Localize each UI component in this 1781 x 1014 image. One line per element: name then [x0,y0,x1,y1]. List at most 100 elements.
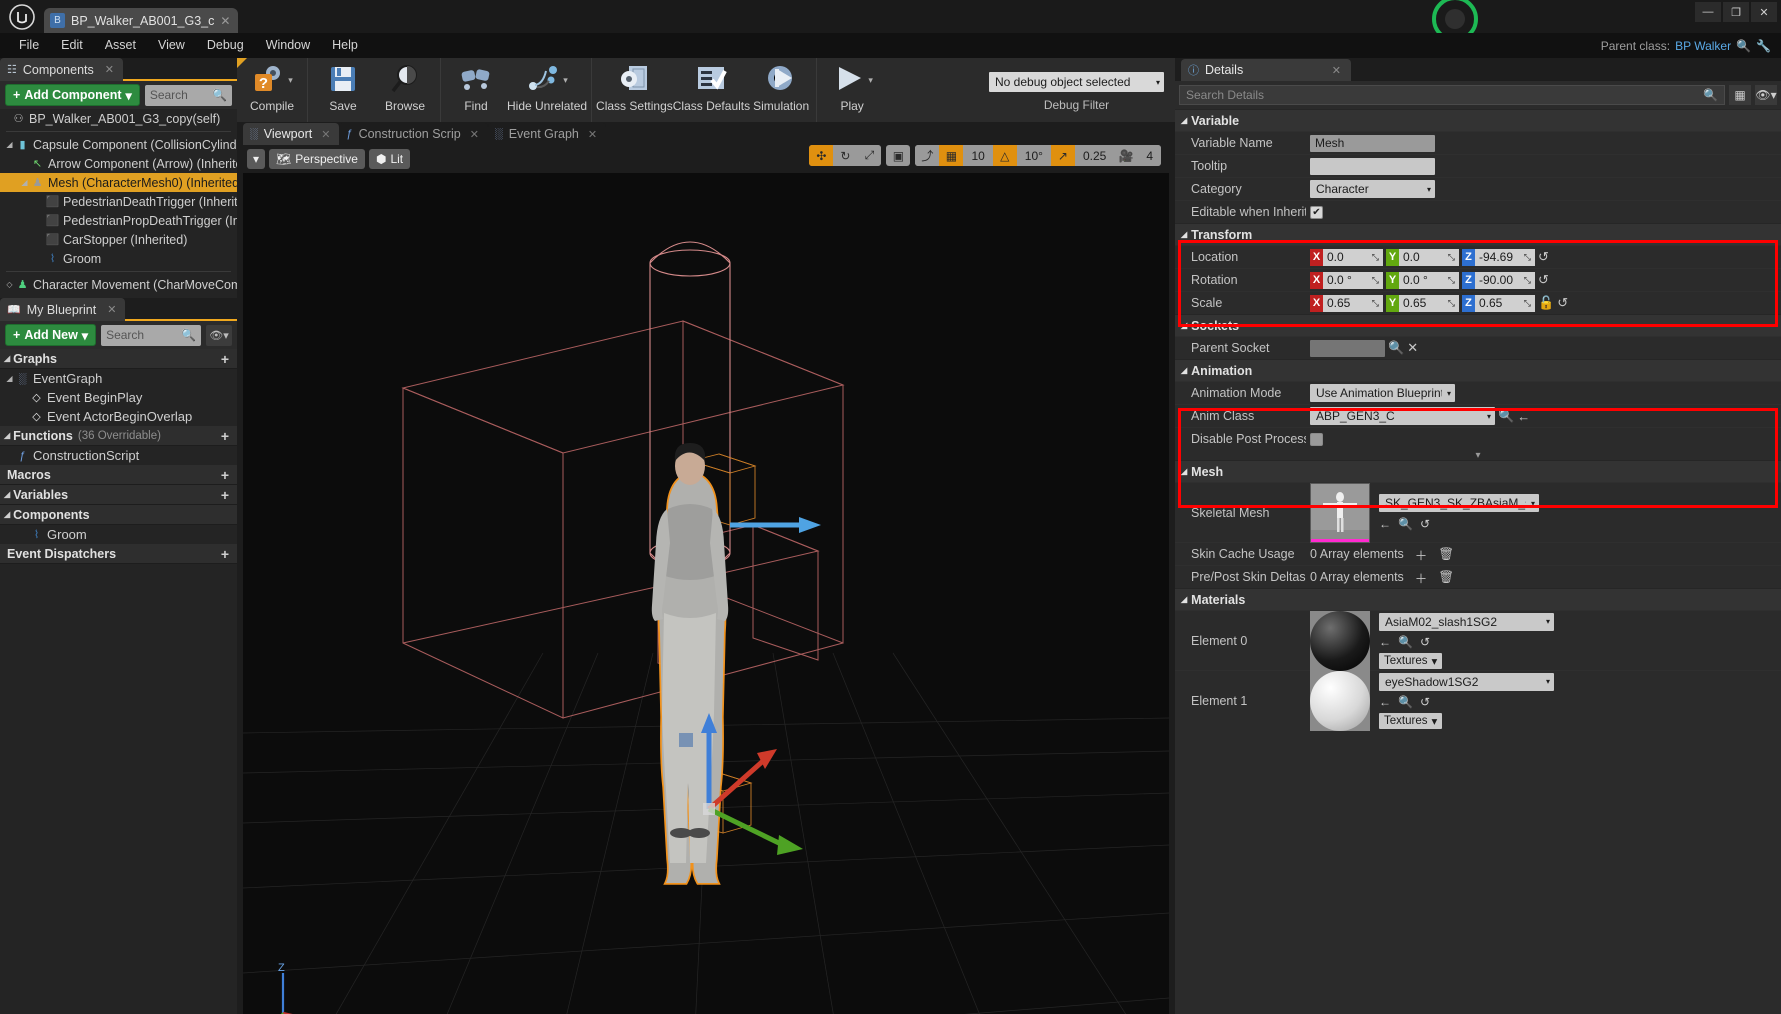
component-tree-item[interactable]: ⬛CarStopper (Inherited) [0,230,237,249]
use-selected-icon[interactable]: ← [1379,635,1391,649]
disable-post-process-b-checkbox[interactable] [1310,433,1323,446]
maximize-button[interactable]: ❐ [1723,2,1749,22]
browse-button[interactable]: Browse [374,58,436,113]
axis-z-value[interactable]: -90.00⤡ [1475,272,1535,289]
axis-x-input[interactable]: X0.0⤡ [1310,249,1383,266]
viewport-tab-construction-scrip[interactable]: ƒConstruction Scrip✕ [339,123,487,145]
material-thumbnail[interactable] [1310,611,1370,671]
details-columns-button[interactable]: ▦ [1729,85,1751,105]
component-tree-item[interactable]: ⬛PedestrianDeathTrigger (Inherite [0,192,237,211]
spinner-icon[interactable]: ⤡ [1372,252,1379,263]
details-category-header[interactable]: ◢Transform [1175,223,1781,245]
tree-twisty[interactable]: ◢ [19,178,30,187]
reset-icon[interactable]: ↺ [1538,272,1549,288]
anim-class-select[interactable]: ABP_GEN3_C▾ [1310,407,1495,425]
axis-z-input[interactable]: Z-90.00⤡ [1462,272,1535,289]
visibility-filter-button[interactable]: 👁▾ [206,325,232,346]
minimize-button[interactable]: — [1695,2,1721,22]
chevron-down-icon[interactable]: ▾ [563,75,568,86]
spinner-icon[interactable]: ⤡ [1524,252,1531,263]
disclosure-triangle-icon[interactable]: ◢ [4,510,10,519]
myblueprint-section-header[interactable]: ◢Components [0,505,237,525]
surface-snap[interactable]: ⤴ [915,145,939,166]
details-category-header[interactable]: ◢Variable [1175,109,1781,131]
disclosure-triangle-icon[interactable]: ◢ [1181,467,1187,476]
tooltip-field[interactable] [1310,158,1435,175]
reset-icon[interactable]: ↺ [1420,695,1430,709]
axis-y-value[interactable]: 0.0 °⤡ [1399,272,1459,289]
spinner-icon[interactable]: ⤡ [1372,298,1379,309]
textures-button[interactable]: Textures▾ [1379,713,1442,729]
parent-class-value[interactable]: BP Walker [1675,39,1731,53]
component-tree-item[interactable]: ↖Arrow Component (Arrow) (Inherite [0,154,237,173]
grid-snap[interactable]: ▦ [939,145,963,166]
translate-tool[interactable]: ✣ [809,145,833,166]
details-category-header[interactable]: ◢Sockets [1175,314,1781,336]
scale-snap[interactable]: ↗ [1051,145,1075,166]
axis-x-value[interactable]: 0.0⤡ [1323,249,1383,266]
close-icon[interactable]: ✕ [105,63,114,76]
hide-unrelated-button[interactable]: ▾Hide Unrelated [507,58,587,113]
browse-icon[interactable]: 🔍 [1398,517,1413,531]
add-new-button[interactable]: + Add New ▾ [5,324,96,346]
component-tree-item[interactable]: ◢▮Capsule Component (CollisionCylinde [0,135,237,154]
components-search-input[interactable]: Search 🔍 [145,85,232,106]
class-settings-button[interactable]: Class Settings [596,58,673,113]
component-tree-item[interactable]: ⬛PedestrianPropDeathTrigger (Inh [0,211,237,230]
details-search-input[interactable]: Search Details 🔍 [1179,85,1725,105]
debug-object-select[interactable]: No debug object selected ▾ [989,72,1164,92]
disclosure-triangle-icon[interactable]: ◢ [4,354,10,363]
use-selected-icon[interactable]: ← [1517,409,1530,424]
disclosure-triangle-icon[interactable]: ◢ [1181,321,1187,330]
document-tab[interactable]: B BP_Walker_AB001_G3_c ✕ [44,8,238,33]
viewport-tab-event-graph[interactable]: ░Event Graph✕ [488,123,606,145]
axis-z-input[interactable]: Z0.65⤡ [1462,295,1535,312]
axis-x-value[interactable]: 0.65⤡ [1323,295,1383,312]
menu-item-edit[interactable]: Edit [50,33,94,58]
close-icon[interactable]: ✕ [220,14,230,28]
parent-socket-field[interactable] [1310,340,1385,357]
camera-mode-button[interactable]: 🗺 Perspective [269,149,365,169]
wrench-icon[interactable]: 🔧 [1756,39,1771,53]
details-category-header[interactable]: ◢Mesh [1175,460,1781,482]
viewport-options-button[interactable]: ▾ [247,149,265,169]
disclosure-triangle-icon[interactable]: ◢ [1181,366,1187,375]
textures-button[interactable]: Textures▾ [1379,653,1442,669]
menu-item-window[interactable]: Window [255,33,321,58]
animation-mode-select[interactable]: Use Animation Blueprint▾ [1310,384,1455,402]
material-select[interactable]: AsiaM02_slash1SG2▾ [1379,613,1554,631]
menu-item-debug[interactable]: Debug [196,33,255,58]
add-component-button[interactable]: + Add Component ▾ [5,84,140,106]
view-mode-button[interactable]: ⬢ Lit [369,149,410,169]
axis-y-input[interactable]: Y0.0 °⤡ [1386,272,1459,289]
tree-twisty[interactable]: ◢ [4,374,15,383]
play-button[interactable]: ▾Play [821,58,883,113]
browse-icon[interactable]: 🔍 [1498,408,1514,424]
rotate-tool[interactable]: ↻ [833,145,857,166]
reset-icon[interactable]: ↺ [1420,635,1430,649]
material-thumbnail[interactable] [1310,671,1370,731]
add-icon[interactable]: + [221,428,229,444]
chevron-down-icon[interactable]: ▾ [288,75,293,86]
close-icon[interactable]: ✕ [321,128,330,141]
axis-x-input[interactable]: X0.0 °⤡ [1310,272,1383,289]
scale-snap-value[interactable]: 0.25 [1075,145,1114,166]
component-tree-item[interactable]: ⌇Groom [0,249,237,268]
tab-details[interactable]: ⓘ Details ✕ [1181,59,1351,81]
components-tree-root[interactable]: ⚇BP_Walker_AB001_G3_copy(self) [0,109,237,128]
scale-tool[interactable]: ⤢ [857,145,881,166]
compile-button[interactable]: ?▾Compile [241,58,303,113]
spinner-icon[interactable]: ⤡ [1372,275,1379,286]
tab-my-blueprint[interactable]: 📖 My Blueprint ✕ [0,298,125,321]
spinner-icon[interactable]: ⤡ [1448,252,1455,263]
myblueprint-search-input[interactable]: Search 🔍 [101,325,201,346]
add-icon[interactable]: + [221,487,229,503]
myblueprint-item[interactable]: ◇Event ActorBeginOverlap [0,407,237,426]
close-button[interactable]: ✕ [1751,2,1777,22]
class-defaults-button[interactable]: Class Defaults [673,58,750,113]
world-space-toggle[interactable]: ▣ [886,145,910,166]
myblueprint-item[interactable]: ⌇Groom [0,525,237,544]
disclosure-triangle-icon[interactable]: ◢ [4,490,10,499]
myblueprint-item[interactable]: ƒConstructionScript [0,446,237,465]
details-view-options-button[interactable]: 👁▾ [1755,85,1777,105]
